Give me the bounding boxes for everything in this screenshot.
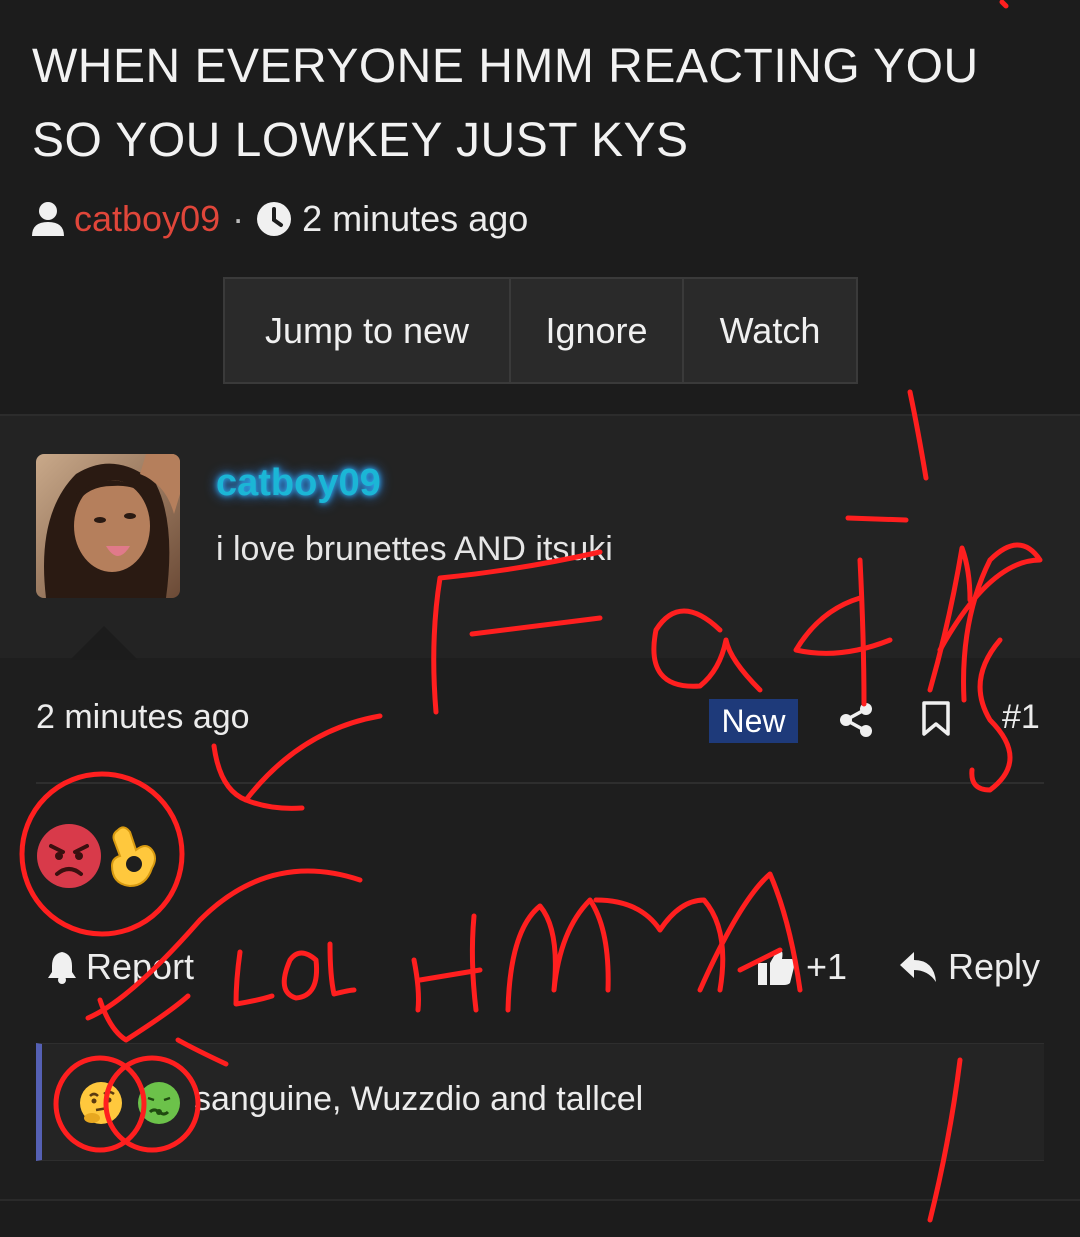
thread-meta: catboy09 · 2 minutes ago xyxy=(30,196,528,242)
bookmark-icon[interactable] xyxy=(921,701,951,737)
thread-action-buttons: Jump to new Ignore Watch xyxy=(223,277,858,384)
avatar[interactable] xyxy=(36,454,180,598)
like-count: +1 xyxy=(806,946,848,987)
thread-posted-time[interactable]: 2 minutes ago xyxy=(302,198,528,240)
poster-signature: i love brunettes AND itsuki xyxy=(216,530,613,568)
ok-hand-icon[interactable] xyxy=(106,822,162,890)
thumbs-up-icon xyxy=(758,949,795,985)
watch-button[interactable]: Watch xyxy=(684,277,858,384)
ignore-button[interactable]: Ignore xyxy=(511,277,684,384)
reaction-summary[interactable]: sanguine, Wuzzdio and tallcel xyxy=(36,1043,1044,1161)
reply-button[interactable]: Reply xyxy=(898,946,1040,988)
clock-icon xyxy=(257,202,292,236)
user-icon xyxy=(32,202,64,236)
post-number-link[interactable]: #1 xyxy=(1002,698,1040,737)
report-button[interactable]: Report xyxy=(46,946,194,988)
footer-divider xyxy=(0,1199,1080,1237)
share-icon[interactable] xyxy=(838,702,874,738)
thread-header: WHEN EVERYONE HMM REACTING YOU SO YOU LO… xyxy=(0,0,1080,414)
jump-to-new-button[interactable]: Jump to new xyxy=(223,277,511,384)
thread-title: WHEN EVERYONE HMM REACTING YOU SO YOU LO… xyxy=(32,40,979,167)
nauseated-face-icon xyxy=(138,1082,180,1124)
reply-label: Reply xyxy=(948,946,1041,987)
post-time[interactable]: 2 minutes ago xyxy=(36,698,250,737)
like-button[interactable]: +1 xyxy=(756,946,847,988)
thinking-face-icon xyxy=(80,1082,122,1124)
bell-icon xyxy=(48,952,76,984)
reactors-list[interactable]: sanguine, Wuzzdio and tallcel xyxy=(194,1080,643,1119)
new-badge: New xyxy=(709,699,798,743)
reply-arrow-icon xyxy=(900,952,936,982)
meta-separator: · xyxy=(232,198,245,239)
thread-author-link[interactable]: catboy09 xyxy=(74,198,220,240)
poster-username[interactable]: catboy09 xyxy=(216,462,381,505)
angry-face-icon[interactable] xyxy=(35,822,103,890)
report-label: Report xyxy=(86,946,195,987)
post-pointer xyxy=(70,626,138,660)
post-divider xyxy=(36,782,1044,784)
